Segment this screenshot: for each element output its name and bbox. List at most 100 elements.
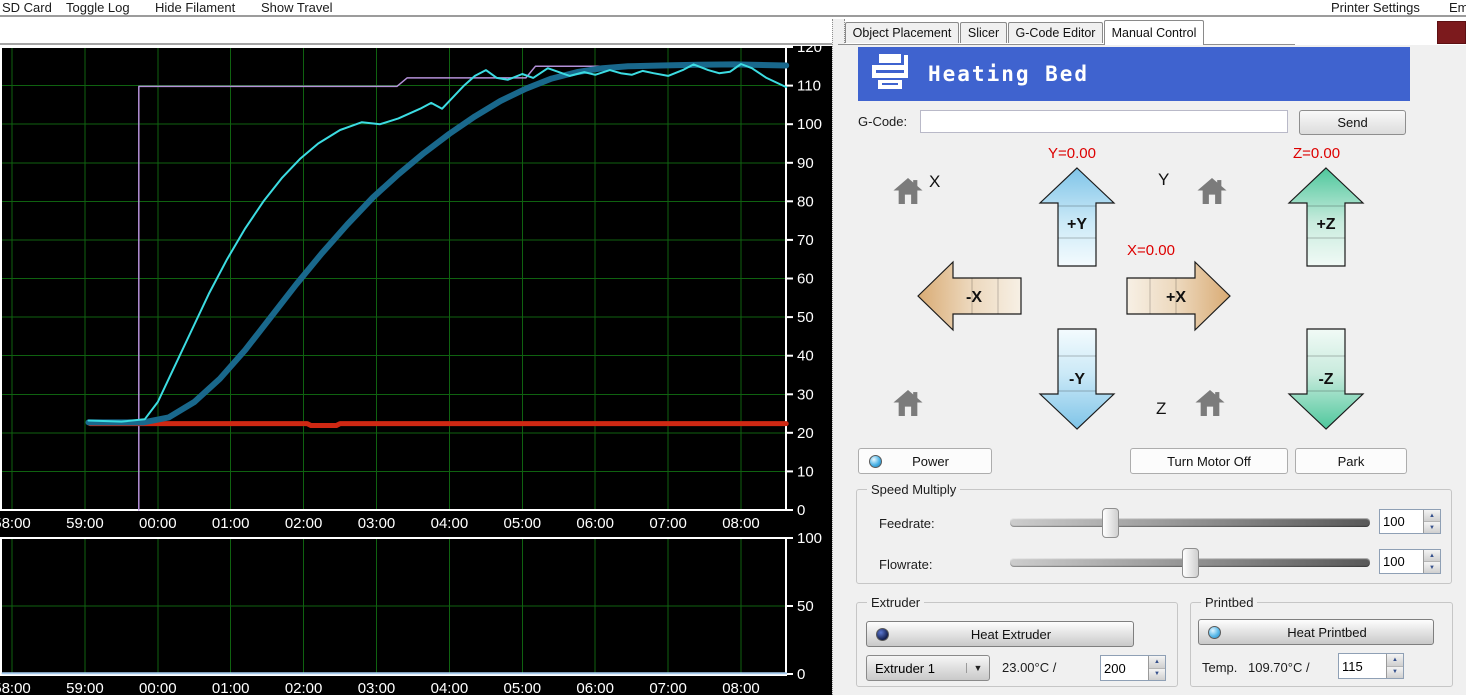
svg-text:50: 50 (797, 598, 814, 615)
flowrate-label: Flowrate: (879, 557, 933, 572)
extruder-target-input[interactable] (1101, 656, 1148, 680)
tab-manual-control[interactable]: Manual Control (1104, 20, 1204, 45)
home-z-button[interactable] (1195, 390, 1225, 422)
svg-text:-X: -X (966, 289, 982, 306)
menu-item-sd-card[interactable]: SD Card (2, 0, 52, 15)
svg-text:0: 0 (797, 502, 805, 519)
power-toggle-button[interactable]: Power (858, 448, 992, 474)
svg-text:04:00: 04:00 (431, 515, 469, 532)
turn-motor-off-button[interactable]: Turn Motor Off (1130, 448, 1288, 474)
temperature-charts: 58:00 59:00 00:00 01:00 02:00 03:00 04:00 05:00… (0, 46, 832, 695)
flowrate-spin-down-button[interactable]: ▼ (1424, 562, 1440, 573)
heat-printbed-label: Heat Printbed (1287, 624, 1367, 640)
svg-text:05:00: 05:00 (504, 515, 542, 532)
menu-item-show-travel[interactable]: Show Travel (261, 0, 333, 15)
printbed-temp-label: Temp. (1202, 660, 1238, 675)
svg-text:01:00: 01:00 (212, 515, 250, 532)
svg-text:100: 100 (797, 116, 822, 133)
heat-printbed-button[interactable]: Heat Printbed (1198, 619, 1434, 645)
home-y-button[interactable] (1197, 178, 1227, 210)
move-plus-y-button[interactable]: +Y (1038, 167, 1116, 267)
feedrate-slider[interactable] (1010, 518, 1370, 527)
svg-text:58:00: 58:00 (0, 680, 31, 695)
feedrate-spin-up-button[interactable]: ▲ (1424, 510, 1440, 522)
extruder-spin-down-button[interactable]: ▼ (1149, 668, 1165, 680)
home-icon (1195, 390, 1225, 416)
heat-extruder-label: Heat Extruder (970, 626, 1052, 642)
svg-text:05:00: 05:00 (504, 680, 542, 695)
home-x-button[interactable] (893, 178, 923, 210)
feedrate-slider-thumb[interactable] (1102, 508, 1119, 538)
home-icon (1197, 178, 1227, 204)
printer-icon (872, 54, 908, 89)
svg-text:+Y: +Y (1067, 216, 1087, 233)
svg-text:40: 40 (797, 348, 814, 365)
menu-item-hide-filament[interactable]: Hide Filament (155, 0, 235, 15)
gcode-input[interactable] (920, 110, 1288, 133)
menu-item-toggle-log[interactable]: Toggle Log (66, 0, 130, 15)
tab-gcode-editor[interactable]: G-Code Editor (1008, 22, 1103, 43)
printbed-current-temp: 109.70°C / (1248, 660, 1310, 675)
menu-item-printer-settings[interactable]: Printer Settings (1331, 0, 1420, 15)
svg-text:-Z: -Z (1318, 371, 1333, 388)
home-icon (893, 390, 923, 416)
z-coordinate-readout: Z=0.00 (1293, 145, 1341, 162)
power-label: Power (912, 453, 949, 469)
feedrate-spin-down-button[interactable]: ▼ (1424, 522, 1440, 533)
svg-text:07:00: 07:00 (649, 515, 687, 532)
menu-item-emergency-truncated[interactable]: Em (1449, 0, 1466, 15)
banner-title: Heating Bed (928, 62, 1090, 86)
flowrate-slider-thumb[interactable] (1182, 548, 1199, 578)
printbed-spin-up-button[interactable]: ▲ (1387, 654, 1403, 667)
speed-multiply-group: Speed Multiply (856, 482, 1452, 584)
feedrate-label: Feedrate: (879, 516, 935, 531)
send-button[interactable]: Send (1299, 110, 1406, 135)
tab-object-placement[interactable]: Object Placement (845, 22, 959, 43)
svg-text:08:00: 08:00 (722, 515, 760, 532)
z-axis-letter: Z (1156, 399, 1167, 418)
flowrate-spin-up-button[interactable]: ▲ (1424, 550, 1440, 562)
svg-text:70: 70 (797, 232, 814, 249)
move-minus-z-button[interactable]: -Z (1287, 328, 1365, 430)
move-minus-y-button[interactable]: -Y (1038, 328, 1116, 430)
park-button[interactable]: Park (1295, 448, 1407, 474)
svg-text:60: 60 (797, 271, 814, 288)
move-minus-x-button[interactable]: -X (916, 260, 1022, 332)
extruder-spin-up-button[interactable]: ▲ (1149, 656, 1165, 669)
svg-text:02:00: 02:00 (285, 680, 323, 695)
svg-text:-Y: -Y (1069, 371, 1085, 388)
status-banner: Heating Bed (858, 47, 1410, 101)
tabstrip-underline (838, 44, 1295, 45)
svg-text:90: 90 (797, 155, 814, 172)
move-plus-x-button[interactable]: +X (1126, 260, 1232, 332)
svg-text:80: 80 (797, 193, 814, 210)
svg-text:10: 10 (797, 463, 814, 480)
extruder-current-temp: 23.00°C / (1002, 660, 1057, 675)
svg-text:0: 0 (797, 666, 805, 683)
extruder-group-label: Extruder (867, 595, 925, 610)
chevron-down-icon: ▼ (966, 663, 989, 673)
flowrate-value-input[interactable] (1380, 550, 1423, 573)
home-all-button[interactable] (893, 390, 923, 422)
tab-slicer[interactable]: Slicer (960, 22, 1007, 43)
emergency-stop-button[interactable] (1437, 21, 1466, 44)
svg-text:06:00: 06:00 (576, 680, 614, 695)
menu-separator (0, 15, 1466, 17)
svg-text:58:00: 58:00 (0, 515, 31, 532)
printbed-spin-down-button[interactable]: ▼ (1387, 666, 1403, 678)
move-plus-z-button[interactable]: +Z (1287, 167, 1365, 267)
printbed-target-input[interactable] (1339, 654, 1386, 678)
svg-text:59:00: 59:00 (66, 680, 104, 695)
printbed-led-icon (1208, 625, 1221, 639)
y-axis-letter: Y (1158, 170, 1170, 189)
speed-multiply-group-label: Speed Multiply (867, 482, 961, 497)
svg-text:03:00: 03:00 (358, 515, 396, 532)
svg-text:59:00: 59:00 (66, 515, 104, 532)
svg-text:07:00: 07:00 (649, 680, 687, 695)
extruder-select[interactable]: Extruder 1 ▼ (866, 655, 990, 681)
app-window: SD Card Toggle Log Hide Filament Show Tr… (0, 0, 1466, 695)
y-coordinate-readout: Y=0.00 (1048, 145, 1096, 162)
heat-extruder-button[interactable]: Heat Extruder (866, 621, 1134, 647)
svg-text:+Z: +Z (1316, 216, 1335, 233)
feedrate-value-input[interactable] (1380, 510, 1423, 533)
